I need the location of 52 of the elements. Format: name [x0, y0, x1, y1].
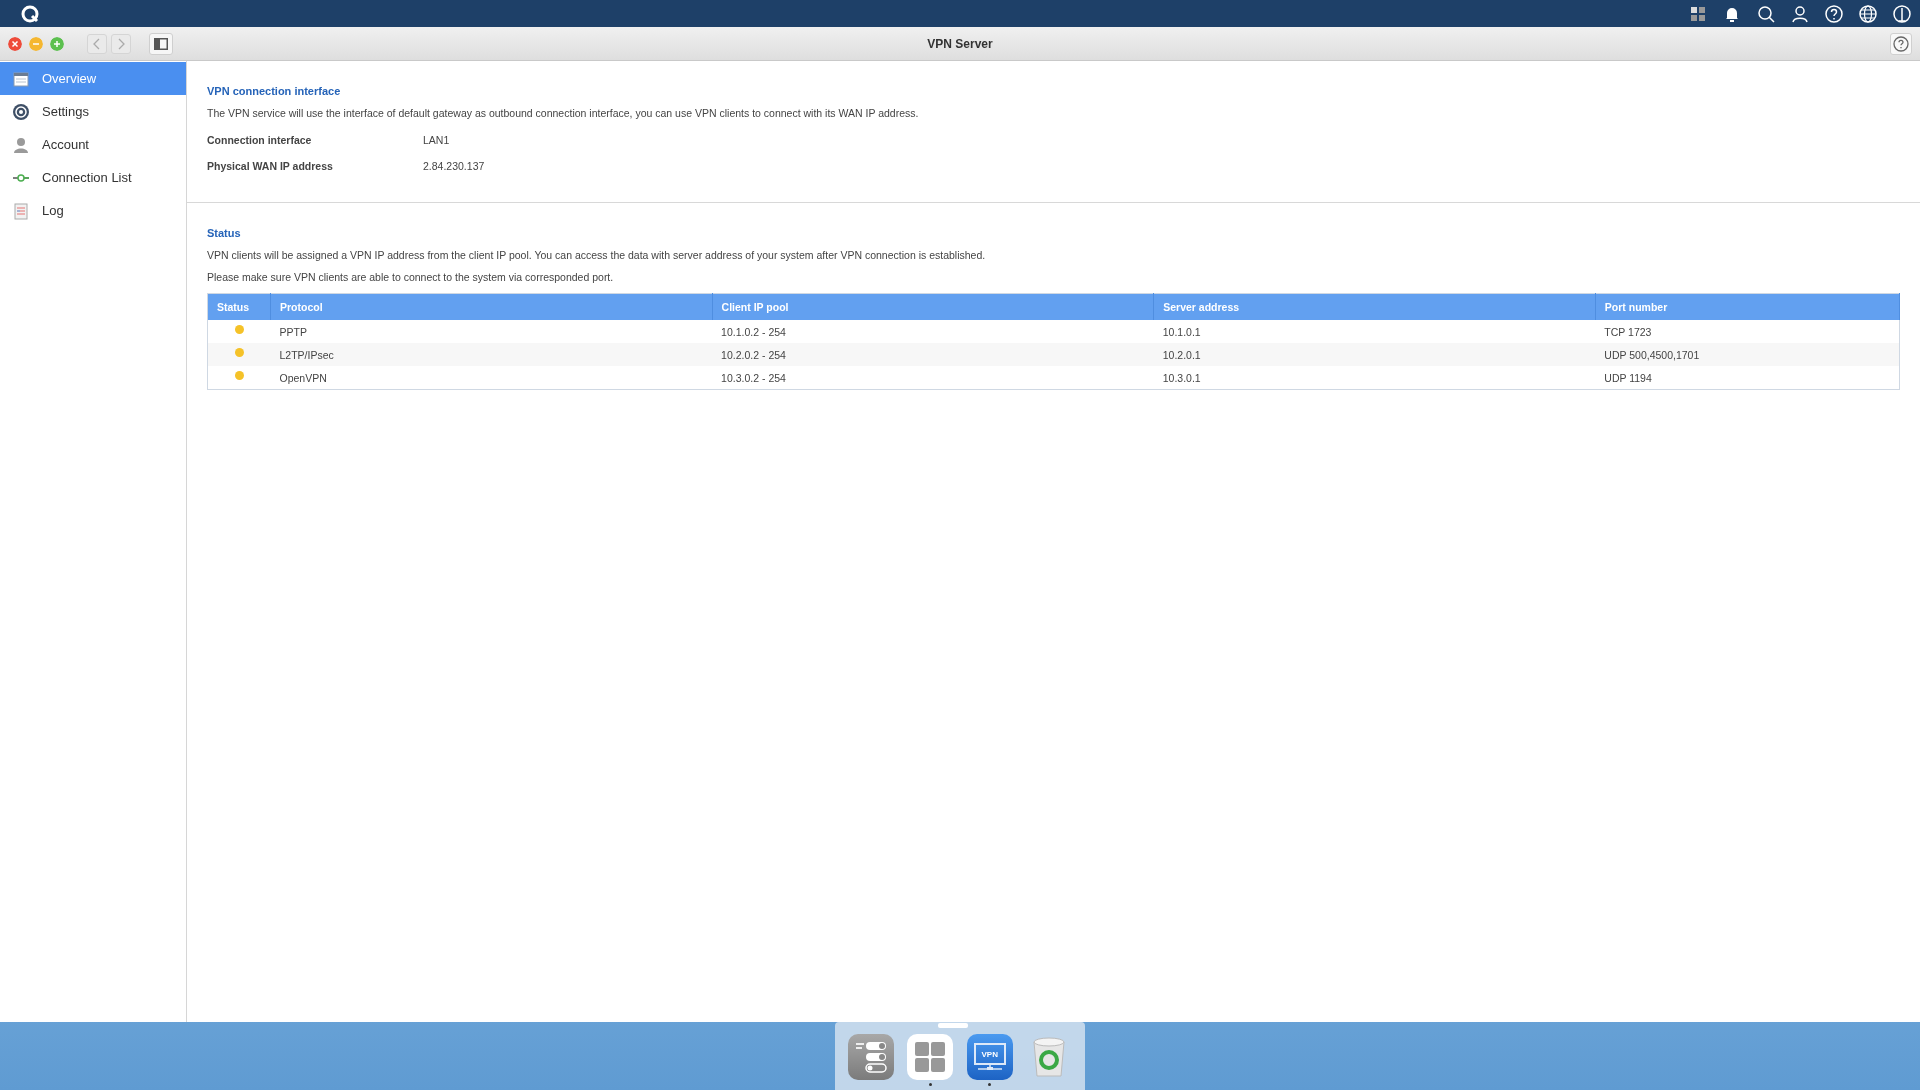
app-grid-icon[interactable] — [907, 1034, 954, 1080]
description-text: Please make sure VPN clients are able to connect to the system via corresponded port. — [207, 271, 615, 283]
dock-handle[interactable] — [938, 1023, 968, 1028]
sidebar-item[interactable]: Log — [0, 194, 186, 227]
panel-icon — [154, 37, 168, 50]
vpn-app-icon[interactable]: VPN — [966, 1034, 1013, 1080]
logo-icon[interactable] — [20, 3, 40, 24]
sidebar-item[interactable]: Settings — [0, 95, 186, 128]
globe-icon[interactable] — [1858, 3, 1878, 24]
table-cell: 10.2.0.2 - 254 — [712, 343, 1154, 366]
gauge-icon[interactable] — [1892, 3, 1912, 24]
section-title: VPN connection interface — [207, 85, 341, 97]
table-cell: 10.1.0.1 — [1153, 320, 1596, 343]
description-text: VPN clients will be assigned a VPN IP address from the client IP pool. You can access the data with server address of your system after VPN connection is established. — [207, 249, 987, 261]
help-button[interactable] — [1890, 32, 1912, 55]
column-header: Protocol — [270, 293, 713, 320]
window-icon — [12, 69, 30, 88]
chevron-right-icon — [117, 37, 125, 50]
description-text: The VPN service will use the interface of default gateway as outbound connection interface, you can use VPN clients to connect with its WAN IP address. — [207, 107, 920, 119]
field-value: 2.84.230.137 — [423, 160, 485, 172]
field-value: LAN1 — [423, 134, 450, 146]
column-header: Client IP pool — [712, 293, 1154, 320]
user-icon[interactable] — [1790, 3, 1810, 24]
column-header: Port number — [1595, 293, 1900, 320]
column-header: Server address — [1153, 293, 1596, 320]
sidebar-toggle-button[interactable] — [149, 32, 173, 55]
table-cell: TCP 1723 — [1595, 320, 1900, 343]
user-icon — [12, 135, 30, 154]
table-cell: L2TP/IPsec — [270, 343, 713, 366]
sidebar-item[interactable]: Connection List — [0, 161, 186, 194]
help-icon — [1893, 35, 1909, 52]
table-cell: OpenVPN — [270, 366, 713, 390]
field-label: Connection interface — [207, 134, 313, 146]
chevron-left-icon — [93, 37, 101, 50]
table-cell: 10.3.0.1 — [1153, 366, 1596, 390]
field-label: Physical WAN IP address — [207, 160, 334, 172]
search-icon[interactable] — [1756, 3, 1776, 24]
table-cell: UDP 1194 — [1595, 366, 1900, 390]
list-icon — [12, 201, 30, 220]
window-title: VPN Server — [927, 36, 993, 51]
table-cell: UDP 500,4500,1701 — [1595, 343, 1900, 366]
table-cell: PPTP — [270, 320, 713, 343]
sidebar-item[interactable]: Account — [0, 128, 186, 161]
control-panel-icon[interactable] — [847, 1034, 894, 1080]
column-header: Status — [207, 293, 271, 320]
section-title: Status — [207, 227, 241, 239]
gear-icon — [12, 102, 30, 121]
table-cell: 10.2.0.1 — [1153, 343, 1596, 366]
help-icon[interactable] — [1824, 3, 1844, 24]
table-cell: 10.3.0.2 - 254 — [712, 366, 1154, 390]
table-cell: 10.1.0.2 - 254 — [712, 320, 1154, 343]
close-icon[interactable] — [8, 36, 22, 51]
